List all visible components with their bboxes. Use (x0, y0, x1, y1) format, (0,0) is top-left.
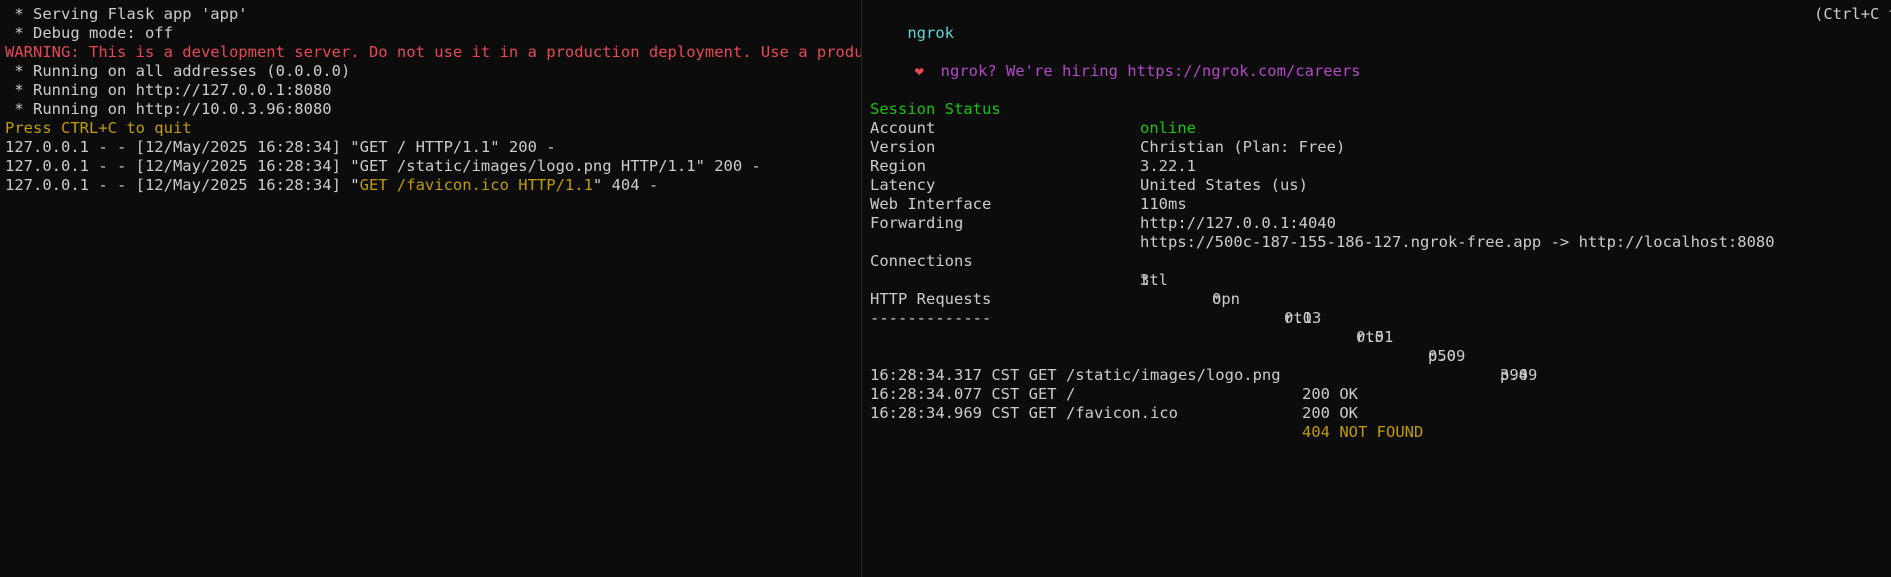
status-row-version: Version 3.22.1 (870, 119, 1891, 175)
log-request: GET /static/images/logo.png HTTP/1.1 (359, 157, 696, 175)
heart-icon: ❤ (914, 62, 924, 80)
request-status: 200 OK (1302, 404, 1358, 422)
web-interface-link[interactable]: http://127.0.0.1:4040 (1140, 214, 1336, 233)
connections-header-row: Connections ttl opn rt1 rt5 p50 p90 (870, 233, 1891, 384)
log-suffix: " 200 - (490, 138, 556, 156)
http-requests-title: HTTP Requests (870, 290, 992, 308)
log-suffix: " 200 - (695, 157, 761, 175)
flask-log-line: 127.0.0.1 - - [12/May/2025 16:28:34] "GE… (5, 176, 861, 195)
ngrok-title-row: ngrok (Ctrl+C to quit) (870, 5, 1891, 42)
log-request: GET /favicon.ico HTTP/1.1 (359, 176, 593, 194)
flask-running-lan-line: * Running on http://10.0.3.96:8080 (5, 100, 332, 118)
status-row-session: Session Status online (870, 81, 1891, 137)
ngrok-terminal-pane[interactable]: ngrok (Ctrl+C to quit) ❤ ngrok? We're hi… (862, 0, 1891, 577)
http-request-row: 16:28:34.969 CST GET /favicon.ico 404 NO… (870, 385, 1891, 441)
ngrok-quit-hint: (Ctrl+C to quit) (1814, 5, 1891, 23)
http-requests-underline: ------------- (870, 309, 992, 327)
status-row-account: Account Christian (Plan: Free) (870, 100, 1891, 156)
log-prefix: 127.0.0.1 - - [12/May/2025 16:28:34] " (5, 176, 360, 194)
log-suffix: " 404 - (592, 176, 659, 194)
flask-terminal-pane[interactable]: * Serving Flask app 'app' * Debug mode: … (0, 0, 861, 577)
flask-running-local-line: * Running on http://127.0.0.1:8080 (5, 81, 332, 99)
status-row-web-interface: Web Interface http://127.0.0.1:4040 (870, 176, 1891, 232)
http-request-row: 16:28:34.317 CST GET /static/images/logo… (870, 347, 1891, 403)
status-row-latency: Latency 110ms (870, 157, 1891, 213)
status-key: Forwarding (870, 214, 964, 232)
flask-log-line: 127.0.0.1 - - [12/May/2025 16:28:34] "GE… (5, 138, 861, 157)
flask-log-line: 127.0.0.1 - - [12/May/2025 16:28:34] "GE… (5, 157, 861, 176)
status-row-forwarding: Forwarding https://500c-187-155-186-127.… (870, 195, 1891, 251)
flask-serving-line: * Serving Flask app 'app' (5, 5, 248, 23)
request-status: 404 NOT FOUND (1302, 423, 1424, 441)
flask-quit-hint: Press CTRL+C to quit (5, 119, 192, 137)
log-prefix: 127.0.0.1 - - [12/May/2025 16:28:34] " (5, 138, 360, 156)
ngrok-hiring-text: ngrok? We're hiring https://ngrok.com/ca… (940, 62, 1361, 80)
conn-value-ttl: 3 (1140, 271, 1150, 289)
ngrok-title: ngrok (907, 24, 954, 42)
conn-value-rt5: 0.01 (1356, 328, 1394, 346)
flask-running-all-line: * Running on all addresses (0.0.0.0) (5, 62, 351, 80)
flask-debug-line: * Debug mode: off (5, 24, 173, 42)
log-request: GET / HTTP/1.1 (359, 138, 491, 156)
http-request-row: 16:28:34.077 CST GET / 200 OK (870, 366, 1891, 422)
status-row-region: Region United States (us) (870, 138, 1891, 194)
flask-warning-line: WARNING: This is a development server. D… (5, 43, 861, 61)
log-prefix: 127.0.0.1 - - [12/May/2025 16:28:34] " (5, 157, 360, 175)
connections-values-row: 3 0 0.03 0.01 0.09 3.49 (870, 252, 1891, 384)
request-line: 16:28:34.969 CST GET /favicon.ico (870, 404, 1178, 422)
ngrok-hiring-row: ❤ ngrok? We're hiring https://ngrok.com/… (870, 43, 1891, 80)
